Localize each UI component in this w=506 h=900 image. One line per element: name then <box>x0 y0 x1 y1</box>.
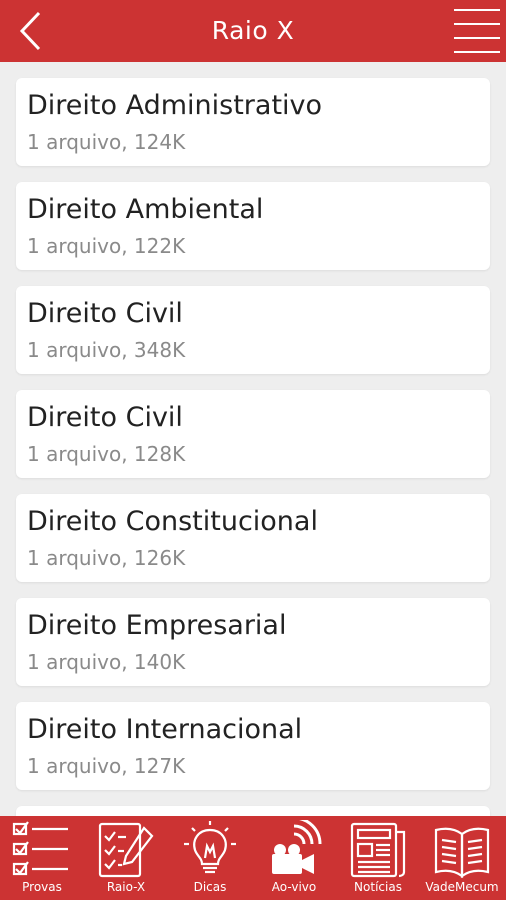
hamburger-line <box>454 37 500 39</box>
item-meta: 1 arquivo, 348K <box>27 338 186 362</box>
tab-label: VadeMecum <box>425 880 499 894</box>
menu-button[interactable] <box>454 9 500 53</box>
list-item[interactable]: Direito Constitucional 1 arquivo, 126K <box>16 494 490 582</box>
tab-noticias[interactable]: Notícias <box>336 816 420 900</box>
list-item[interactable]: Direito Administrativo 1 arquivo, 124K <box>16 78 490 166</box>
hamburger-menu-icon <box>454 9 500 11</box>
tab-ao-vivo[interactable]: Ao-vivo <box>252 816 336 900</box>
item-title: Direito Empresarial <box>27 610 287 641</box>
item-title: Direito Administrativo <box>27 90 323 121</box>
clipboard-pencil-icon <box>98 822 154 878</box>
tab-label: Notícias <box>354 880 402 894</box>
list-item[interactable]: Direito Ambiental 1 arquivo, 122K <box>16 182 490 270</box>
page-title: Raio X <box>211 16 295 45</box>
app-header: Raio X <box>0 0 506 62</box>
item-meta: 1 arquivo, 124K <box>27 130 186 154</box>
tab-vademecum[interactable]: VadeMecum <box>420 816 504 900</box>
item-title: Direito Civil <box>27 298 183 329</box>
tab-provas[interactable]: Provas <box>0 816 84 900</box>
tab-label: Dicas <box>193 880 227 894</box>
lightbulb-icon <box>184 821 236 874</box>
tab-label: Provas <box>22 880 62 894</box>
checklist-icon <box>12 821 68 876</box>
item-meta: 1 arquivo, 122K <box>27 234 186 258</box>
video-camera-broadcast-icon <box>272 820 322 874</box>
tab-label: Ao-vivo <box>271 880 317 894</box>
hamburger-line <box>454 23 500 25</box>
tab-raio-x[interactable]: Raio-X <box>84 816 168 900</box>
item-meta: 1 arquivo, 128K <box>27 442 186 466</box>
item-meta: 1 arquivo, 140K <box>27 650 186 674</box>
item-meta: 1 arquivo, 126K <box>27 546 186 570</box>
item-title: Direito Constitucional <box>27 506 318 537</box>
bottom-tab-bar: Provas Raio-X Dicas Ao-vivo Notícias Vad… <box>0 816 506 900</box>
newspaper-icon <box>350 822 406 878</box>
item-title: Direito Civil <box>27 402 183 433</box>
item-meta: 1 arquivo, 127K <box>27 754 186 778</box>
list-item[interactable]: Direito Internacional 1 arquivo, 127K <box>16 702 490 790</box>
list-item[interactable]: Direito Civil 1 arquivo, 128K <box>16 390 490 478</box>
tab-label: Raio-X <box>106 880 146 894</box>
open-book-icon <box>434 827 490 879</box>
tab-dicas[interactable]: Dicas <box>168 816 252 900</box>
list-item[interactable]: Direito Civil 1 arquivo, 348K <box>16 286 490 374</box>
list-item[interactable]: Direito Empresarial 1 arquivo, 140K <box>16 598 490 686</box>
hamburger-line <box>454 51 500 53</box>
item-title: Direito Ambiental <box>27 194 264 225</box>
item-title: Direito Internacional <box>27 714 303 745</box>
